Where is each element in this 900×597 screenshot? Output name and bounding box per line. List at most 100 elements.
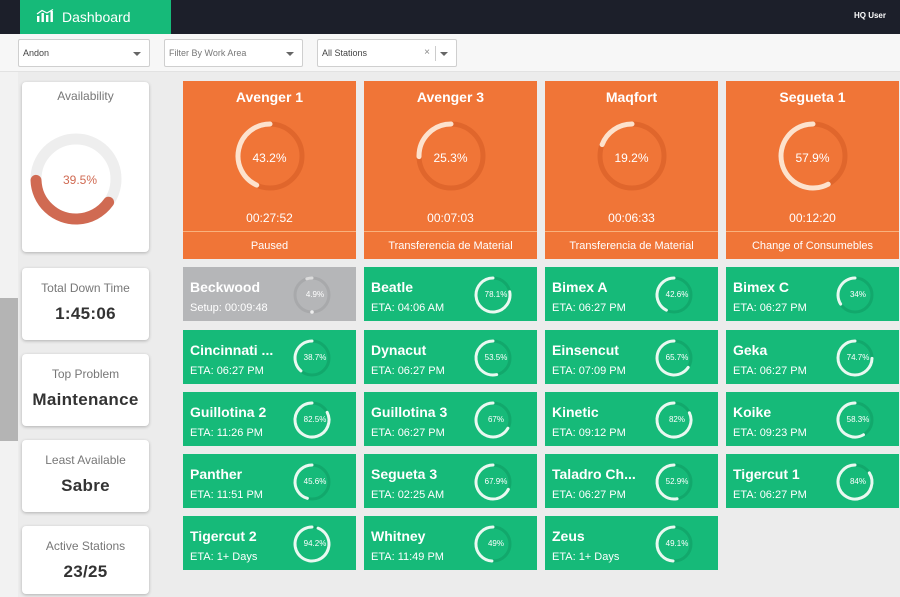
station-tile[interactable]: Beckwood Setup: 00:09:48 4.9%: [183, 267, 356, 321]
station-eta: ETA: 07:09 PM: [552, 365, 626, 377]
station-percent: 78.1%: [484, 290, 508, 299]
top-problem-label: Top Problem: [51, 367, 120, 381]
station-tile[interactable]: Segueta 3 ETA: 02:25 AM 67.9%: [364, 454, 537, 508]
station-percent: 94.2%: [303, 539, 327, 548]
station-tile[interactable]: Taladro Ch... ETA: 06:27 PM 52.9%: [545, 454, 718, 508]
station-percent: 49.1%: [665, 539, 689, 548]
clear-icon[interactable]: ×: [424, 47, 430, 58]
top-bar: Dashboard HQ User: [0, 0, 900, 34]
station-name: Taladro Ch...: [552, 466, 636, 482]
station-eta: ETA: 09:23 PM: [733, 427, 807, 439]
station-name: Guillotina 2: [190, 404, 267, 420]
station-percent: 82%: [668, 415, 685, 424]
availability-card: Availability 39.5%: [22, 82, 149, 252]
least-available-label: Least Available: [45, 453, 126, 467]
station-down-time: 00:12:20: [789, 211, 836, 225]
station-status: Paused: [183, 231, 356, 259]
down-station-card[interactable]: Avenger 1 43.2% 00:27:52 Paused: [183, 81, 356, 259]
down-station-card[interactable]: Segueta 1 57.9% 00:12:20 Change of Consumeb…: [726, 81, 899, 259]
dashboard-nav[interactable]: Dashboard: [20, 0, 171, 34]
down-station-card[interactable]: Maqfort 19.2% 00:06:33 Transferencia de Mat…: [545, 81, 718, 259]
station-status: Transferencia de Material: [545, 231, 718, 259]
station-percent: 67.9%: [484, 477, 508, 486]
total-down-time-card: Total Down Time 1:45:06: [22, 268, 149, 340]
station-name: Zeus: [552, 528, 585, 544]
station-tile[interactable]: Beatle ETA: 04:06 AM 78.1%: [364, 267, 537, 321]
station-percent: 19.2%: [614, 151, 649, 165]
station-percent: 82.5%: [303, 415, 327, 424]
station-name: Segueta 3: [371, 466, 438, 482]
station-eta: ETA: 1+ Days: [190, 551, 258, 563]
station-name: Segueta 1: [779, 89, 846, 105]
station-name: Cincinnati ...: [190, 342, 274, 358]
station-tile[interactable]: Bimex C ETA: 06:27 PM 34%: [726, 267, 899, 321]
station-eta: ETA: 06:27 PM: [371, 365, 445, 377]
station-name: Maqfort: [605, 89, 658, 105]
station-name: Beckwood: [190, 279, 261, 295]
station-tile[interactable]: Tigercut 2 ETA: 1+ Days 94.2%: [183, 516, 356, 570]
station-percent: 38.7%: [303, 353, 327, 362]
stations-select-value: All Stations: [322, 48, 368, 58]
user-menu[interactable]: HQ User: [854, 11, 886, 20]
station-tile[interactable]: Dynacut ETA: 06:27 PM 53.5%: [364, 330, 537, 384]
station-eta: ETA: 06:27 PM: [733, 365, 807, 377]
station-tile[interactable]: Zeus ETA: 1+ Days 49.1%: [545, 516, 718, 570]
station-eta: ETA: 04:06 AM: [371, 302, 445, 314]
station-eta: ETA: 06:27 PM: [190, 365, 264, 377]
station-percent: 52.9%: [665, 477, 689, 486]
station-name: Tigercut 1: [733, 466, 800, 482]
station-tile[interactable]: Bimex A ETA: 06:27 PM 42.6%: [545, 267, 718, 321]
down-station-card[interactable]: Avenger 3 25.3% 00:07:03 Transferencia de M…: [364, 81, 537, 259]
station-tile[interactable]: Tigercut 1 ETA: 06:27 PM 84%: [726, 454, 899, 508]
station-eta: ETA: 09:12 PM: [552, 427, 626, 439]
active-stations-label: Active Stations: [45, 539, 126, 553]
station-tile[interactable]: Kinetic ETA: 09:12 PM 82%: [545, 392, 718, 446]
gauge-arc: [305, 276, 314, 281]
station-tile[interactable]: Einsencut ETA: 07:09 PM 65.7%: [545, 330, 718, 384]
select-divider: [435, 46, 436, 61]
active-stations-card: Active Stations 23/25: [22, 526, 149, 594]
station-name: Geka: [733, 342, 768, 358]
station-tile[interactable]: Guillotina 3 ETA: 06:27 PM 67%: [364, 392, 537, 446]
station-status: Transferencia de Material: [364, 231, 537, 259]
station-tile[interactable]: Cincinnati ... ETA: 06:27 PM 38.7%: [183, 330, 356, 384]
station-name: Bimex A: [552, 279, 608, 295]
station-eta: ETA: 1+ Days: [552, 551, 620, 563]
station-eta: ETA: 06:27 PM: [371, 427, 445, 439]
station-percent: 42.6%: [665, 290, 689, 299]
station-tile[interactable]: Geka ETA: 06:27 PM 74.7%: [726, 330, 899, 384]
station-percent: 65.7%: [665, 353, 689, 362]
station-name: Kinetic: [552, 404, 599, 420]
station-name: Bimex C: [733, 279, 790, 295]
total-down-time-label: Total Down Time: [41, 281, 130, 295]
station-eta: ETA: 11:26 PM: [190, 427, 263, 439]
top-problem-card: Top Problem Maintenance: [22, 354, 149, 426]
station-percent: 74.7%: [846, 353, 870, 362]
station-name: Panther: [190, 466, 243, 482]
station-tile[interactable]: Panther ETA: 11:51 PM 45.6%: [183, 454, 356, 508]
station-percent: 84%: [849, 477, 866, 486]
chevron-down-icon: [133, 52, 141, 56]
view-select-value: Andon: [23, 48, 50, 58]
station-eta: ETA: 11:49 PM: [371, 551, 444, 563]
station-down-time: 00:27:52: [246, 211, 293, 225]
station-setup-time: Setup: 00:09:48: [190, 302, 268, 314]
station-down-time: 00:06:33: [608, 211, 655, 225]
station-name: Koike: [733, 404, 772, 420]
view-select[interactable]: Andon: [18, 39, 150, 67]
app-title: Dashboard: [62, 9, 131, 25]
active-stations-value: 23/25: [63, 562, 108, 581]
station-tile[interactable]: Guillotina 2 ETA: 11:26 PM 82.5%: [183, 392, 356, 446]
least-available-value: Sabre: [61, 476, 110, 495]
stations-select[interactable]: All Stations ×: [317, 39, 457, 67]
total-down-time-value: 1:45:06: [55, 304, 116, 323]
gauge-arc: [599, 121, 635, 148]
work-area-select[interactable]: Filter By Work Area: [164, 39, 303, 67]
station-percent: 34%: [849, 290, 866, 299]
station-name: Avenger 1: [235, 89, 304, 105]
station-tile[interactable]: Whitney ETA: 11:49 PM 49%: [364, 516, 537, 570]
station-name: Tigercut 2: [190, 528, 257, 544]
station-tile[interactable]: Koike ETA: 09:23 PM 58.3%: [726, 392, 899, 446]
station-percent: 45.6%: [303, 477, 327, 486]
scrollbar-thumb[interactable]: [0, 298, 18, 441]
